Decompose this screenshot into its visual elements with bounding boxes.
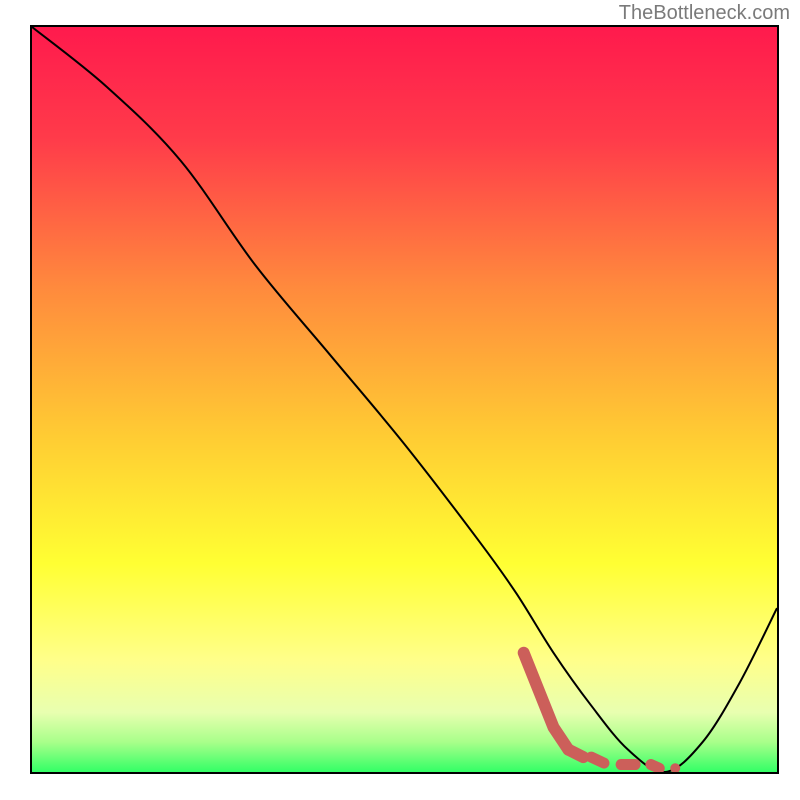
chart-plot-area	[30, 25, 779, 774]
optimal-marker-group	[524, 653, 681, 772]
curve-overlay	[32, 27, 777, 772]
chart-container: TheBottleneck.com	[0, 0, 800, 800]
watermark-text: TheBottleneck.com	[619, 2, 790, 25]
bottleneck-curve-line	[32, 27, 777, 772]
